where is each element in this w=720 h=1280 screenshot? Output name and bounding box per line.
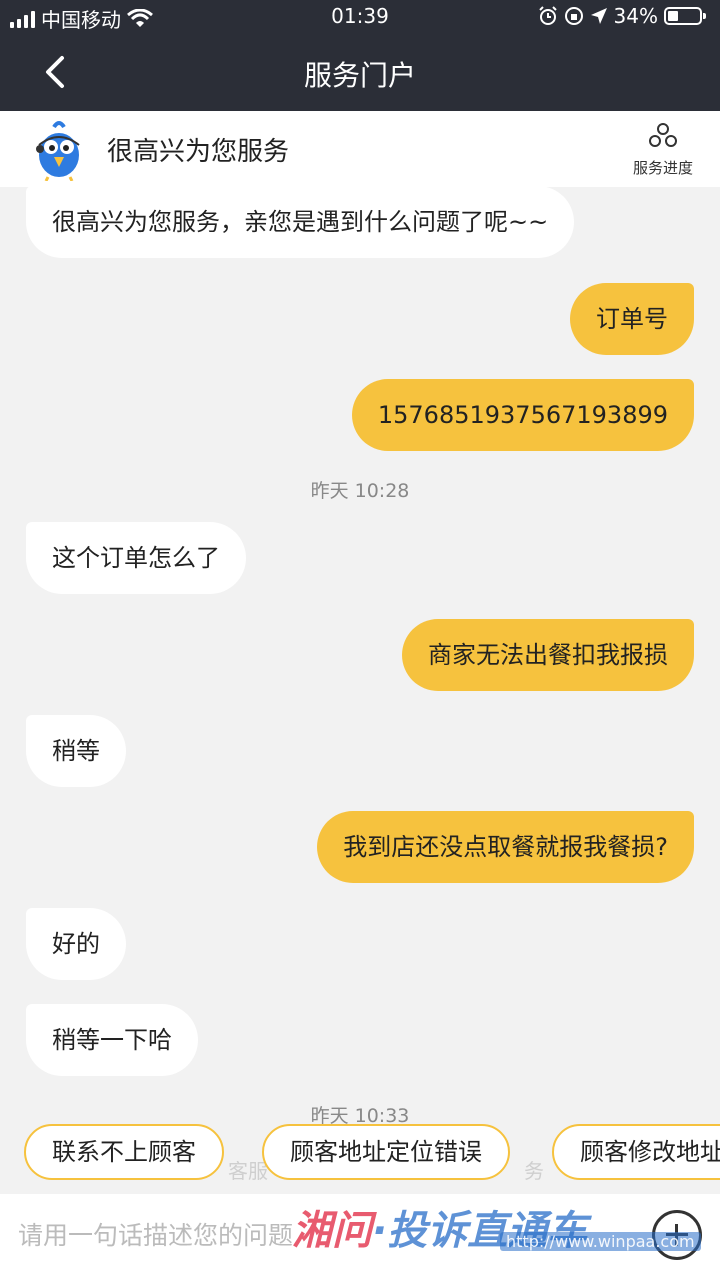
orientation-lock-icon: [564, 7, 583, 25]
bird-mascot-avatar: [36, 121, 80, 181]
status-bar: 中国移动 01:39 34%: [0, 0, 720, 34]
navigation-bar: 服务门户: [0, 34, 720, 111]
agent-message: 很高兴为您服务，亲您是遇到什么问题了呢~~: [26, 186, 575, 258]
agent-greeting: 很高兴为您服务: [107, 137, 290, 167]
user-message: 我到店还没点取餐就报我餐损?: [317, 811, 694, 883]
agent-header: 很高兴为您服务 服务进度: [0, 111, 720, 187]
agent-message: 好的: [26, 908, 126, 980]
service-progress-icon: [649, 123, 677, 147]
quick-reply-chip[interactable]: 顾客修改地址: [552, 1124, 720, 1180]
quick-reply-chip[interactable]: 顾客地址定位错误: [262, 1124, 510, 1180]
agent-message: 稍等: [26, 715, 126, 787]
service-progress-button[interactable]: 服务进度: [618, 121, 708, 178]
quick-reply-chip[interactable]: 联系不上顾客: [24, 1124, 224, 1180]
alarm-icon: [538, 6, 557, 25]
agent-message: 稍等一下哈: [26, 1004, 198, 1076]
watermark-url: http://www.winpaa.com: [500, 1232, 701, 1251]
user-message: 商家无法出餐扣我报损: [402, 619, 694, 691]
user-message: 订单号: [570, 283, 694, 355]
watermark-text-a: 湘问: [292, 1208, 372, 1254]
user-message: 1576851937567193899: [351, 379, 694, 451]
battery-percent: 34%: [613, 4, 658, 28]
page-title: 服务门户: [303, 59, 416, 92]
agent-message: 这个订单怎么了: [26, 522, 246, 594]
battery-icon: [664, 7, 706, 25]
service-progress-label: 服务进度: [632, 159, 693, 177]
quick-reply-bar: 联系不上顾客 顾客地址定位错误 顾客修改地址: [0, 1124, 720, 1180]
message-timestamp: 昨天 10:28: [310, 480, 410, 502]
message-input[interactable]: 请用一句话描述您的问题: [18, 1216, 293, 1252]
location-arrow-icon: [590, 8, 607, 24]
